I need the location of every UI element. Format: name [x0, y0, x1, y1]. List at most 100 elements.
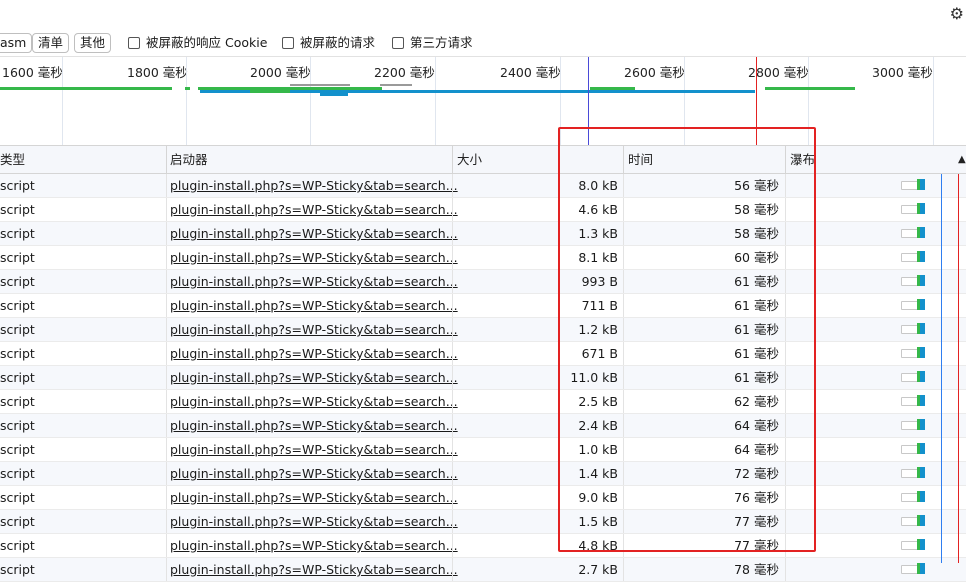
- column-divider: [785, 486, 786, 509]
- initiator-link[interactable]: plugin-install.php?s=WP-Sticky&tab=searc…: [170, 414, 458, 437]
- column-divider: [166, 510, 167, 533]
- initiator-link[interactable]: plugin-install.php?s=WP-Sticky&tab=searc…: [170, 318, 458, 341]
- column-divider: [452, 222, 453, 245]
- column-divider: [623, 486, 624, 509]
- cell-type: script: [0, 442, 35, 457]
- column-header-size[interactable]: 大小: [457, 146, 482, 173]
- table-row[interactable]: script plugin-install.php?s=WP-Sticky&tab…: [0, 270, 966, 294]
- initiator-link[interactable]: plugin-install.php?s=WP-Sticky&tab=searc…: [170, 534, 458, 557]
- column-divider: [166, 342, 167, 365]
- table-row[interactable]: script plugin-install.php?s=WP-Sticky&tab…: [0, 438, 966, 462]
- third-party-checkbox[interactable]: 第三方请求: [392, 35, 473, 51]
- checkbox-box[interactable]: [392, 37, 404, 49]
- column-header-type[interactable]: 类型: [0, 146, 25, 173]
- column-resize-handle[interactable]: [623, 146, 624, 173]
- gear-icon[interactable]: ⚙: [950, 4, 964, 23]
- column-divider: [166, 318, 167, 341]
- sort-arrow-icon[interactable]: ▲: [958, 146, 966, 173]
- cell-type: script: [0, 298, 35, 313]
- timeline-overview[interactable]: 1600 毫秒 1800 毫秒 2000 毫秒 2200 毫秒 2400 毫秒 …: [0, 57, 966, 146]
- column-divider: [166, 270, 167, 293]
- waterfall-download-bar: [920, 515, 925, 526]
- initiator-link[interactable]: plugin-install.php?s=WP-Sticky&tab=searc…: [170, 438, 458, 461]
- table-row[interactable]: script plugin-install.php?s=WP-Sticky&tab…: [0, 366, 966, 390]
- cell-size: 11.0 kB: [570, 370, 618, 385]
- cell-size: 993 B: [581, 274, 618, 289]
- cell-size: 9.0 kB: [578, 490, 618, 505]
- column-resize-handle[interactable]: [785, 146, 786, 173]
- blocked-cookies-checkbox[interactable]: 被屏蔽的响应 Cookie: [128, 35, 267, 51]
- cell-time: 62 毫秒: [734, 394, 779, 409]
- column-divider: [452, 294, 453, 317]
- filter-button-other[interactable]: 其他: [74, 33, 112, 53]
- column-divider: [452, 558, 453, 581]
- column-divider: [452, 270, 453, 293]
- column-resize-handle[interactable]: [452, 146, 453, 173]
- initiator-link[interactable]: plugin-install.php?s=WP-Sticky&tab=searc…: [170, 198, 458, 221]
- checkbox-label: 被屏蔽的请求: [300, 35, 376, 50]
- initiator-link[interactable]: plugin-install.php?s=WP-Sticky&tab=searc…: [170, 462, 458, 485]
- cell-type: script: [0, 466, 35, 481]
- table-row[interactable]: script plugin-install.php?s=WP-Sticky&tab…: [0, 318, 966, 342]
- initiator-link[interactable]: plugin-install.php?s=WP-Sticky&tab=searc…: [170, 174, 458, 197]
- cell-type: script: [0, 490, 35, 505]
- table-row[interactable]: script plugin-install.php?s=WP-Sticky&tab…: [0, 534, 966, 558]
- initiator-link[interactable]: plugin-install.php?s=WP-Sticky&tab=searc…: [170, 510, 458, 533]
- waterfall-download-bar: [920, 251, 925, 262]
- cell-time: 56 毫秒: [734, 178, 779, 193]
- initiator-link[interactable]: plugin-install.php?s=WP-Sticky&tab=searc…: [170, 222, 458, 245]
- column-divider: [166, 366, 167, 389]
- initiator-link[interactable]: plugin-install.php?s=WP-Sticky&tab=searc…: [170, 270, 458, 293]
- cell-type: script: [0, 202, 35, 217]
- table-row[interactable]: script plugin-install.php?s=WP-Sticky&tab…: [0, 222, 966, 246]
- initiator-link[interactable]: plugin-install.php?s=WP-Sticky&tab=searc…: [170, 390, 458, 413]
- table-row[interactable]: script plugin-install.php?s=WP-Sticky&tab…: [0, 558, 966, 582]
- column-divider: [785, 462, 786, 485]
- filter-button-manifest[interactable]: 清单: [32, 33, 70, 53]
- table-row[interactable]: script plugin-install.php?s=WP-Sticky&tab…: [0, 486, 966, 510]
- initiator-link[interactable]: plugin-install.php?s=WP-Sticky&tab=searc…: [170, 366, 458, 389]
- table-row[interactable]: script plugin-install.php?s=WP-Sticky&tab…: [0, 342, 966, 366]
- request-table-header: 类型 启动器 大小 时间 瀑布 ▲: [0, 146, 966, 174]
- table-row[interactable]: script plugin-install.php?s=WP-Sticky&tab…: [0, 198, 966, 222]
- initiator-link[interactable]: plugin-install.php?s=WP-Sticky&tab=searc…: [170, 294, 458, 317]
- table-row[interactable]: script plugin-install.php?s=WP-Sticky&tab…: [0, 390, 966, 414]
- cell-size: 4.8 kB: [578, 538, 618, 553]
- blocked-requests-checkbox[interactable]: 被屏蔽的请求: [282, 35, 375, 51]
- initiator-link[interactable]: plugin-install.php?s=WP-Sticky&tab=searc…: [170, 246, 458, 269]
- column-divider: [166, 198, 167, 221]
- checkbox-label: 第三方请求: [410, 35, 473, 50]
- column-divider: [785, 510, 786, 533]
- column-divider: [785, 318, 786, 341]
- column-resize-handle[interactable]: [166, 146, 167, 173]
- table-row[interactable]: script plugin-install.php?s=WP-Sticky&tab…: [0, 294, 966, 318]
- cell-size: 8.0 kB: [578, 178, 618, 193]
- column-divider: [785, 342, 786, 365]
- column-divider: [623, 390, 624, 413]
- checkbox-box[interactable]: [128, 37, 140, 49]
- cell-type: script: [0, 322, 35, 337]
- cell-time: 61 毫秒: [734, 298, 779, 313]
- cell-size: 2.4 kB: [578, 418, 618, 433]
- initiator-link[interactable]: plugin-install.php?s=WP-Sticky&tab=searc…: [170, 342, 458, 365]
- checkbox-label: 被屏蔽的响应 Cookie: [146, 35, 268, 50]
- waterfall-download-bar: [920, 347, 925, 358]
- filter-button-wasm[interactable]: asm: [0, 33, 33, 53]
- table-row[interactable]: script plugin-install.php?s=WP-Sticky&tab…: [0, 174, 966, 198]
- column-header-waterfall[interactable]: 瀑布: [790, 146, 815, 173]
- column-divider: [452, 438, 453, 461]
- table-row[interactable]: script plugin-install.php?s=WP-Sticky&tab…: [0, 246, 966, 270]
- cell-time: 64 毫秒: [734, 442, 779, 457]
- table-row[interactable]: script plugin-install.php?s=WP-Sticky&tab…: [0, 510, 966, 534]
- initiator-link[interactable]: plugin-install.php?s=WP-Sticky&tab=searc…: [170, 558, 458, 581]
- column-divider: [166, 246, 167, 269]
- checkbox-box[interactable]: [282, 37, 294, 49]
- initiator-link[interactable]: plugin-install.php?s=WP-Sticky&tab=searc…: [170, 486, 458, 509]
- column-header-time[interactable]: 时间: [628, 146, 653, 173]
- waterfall-download-bar: [920, 371, 925, 382]
- table-row[interactable]: script plugin-install.php?s=WP-Sticky&tab…: [0, 414, 966, 438]
- column-divider: [623, 174, 624, 197]
- table-row[interactable]: script plugin-install.php?s=WP-Sticky&tab…: [0, 462, 966, 486]
- column-divider: [166, 558, 167, 581]
- column-header-initiator[interactable]: 启动器: [170, 146, 208, 173]
